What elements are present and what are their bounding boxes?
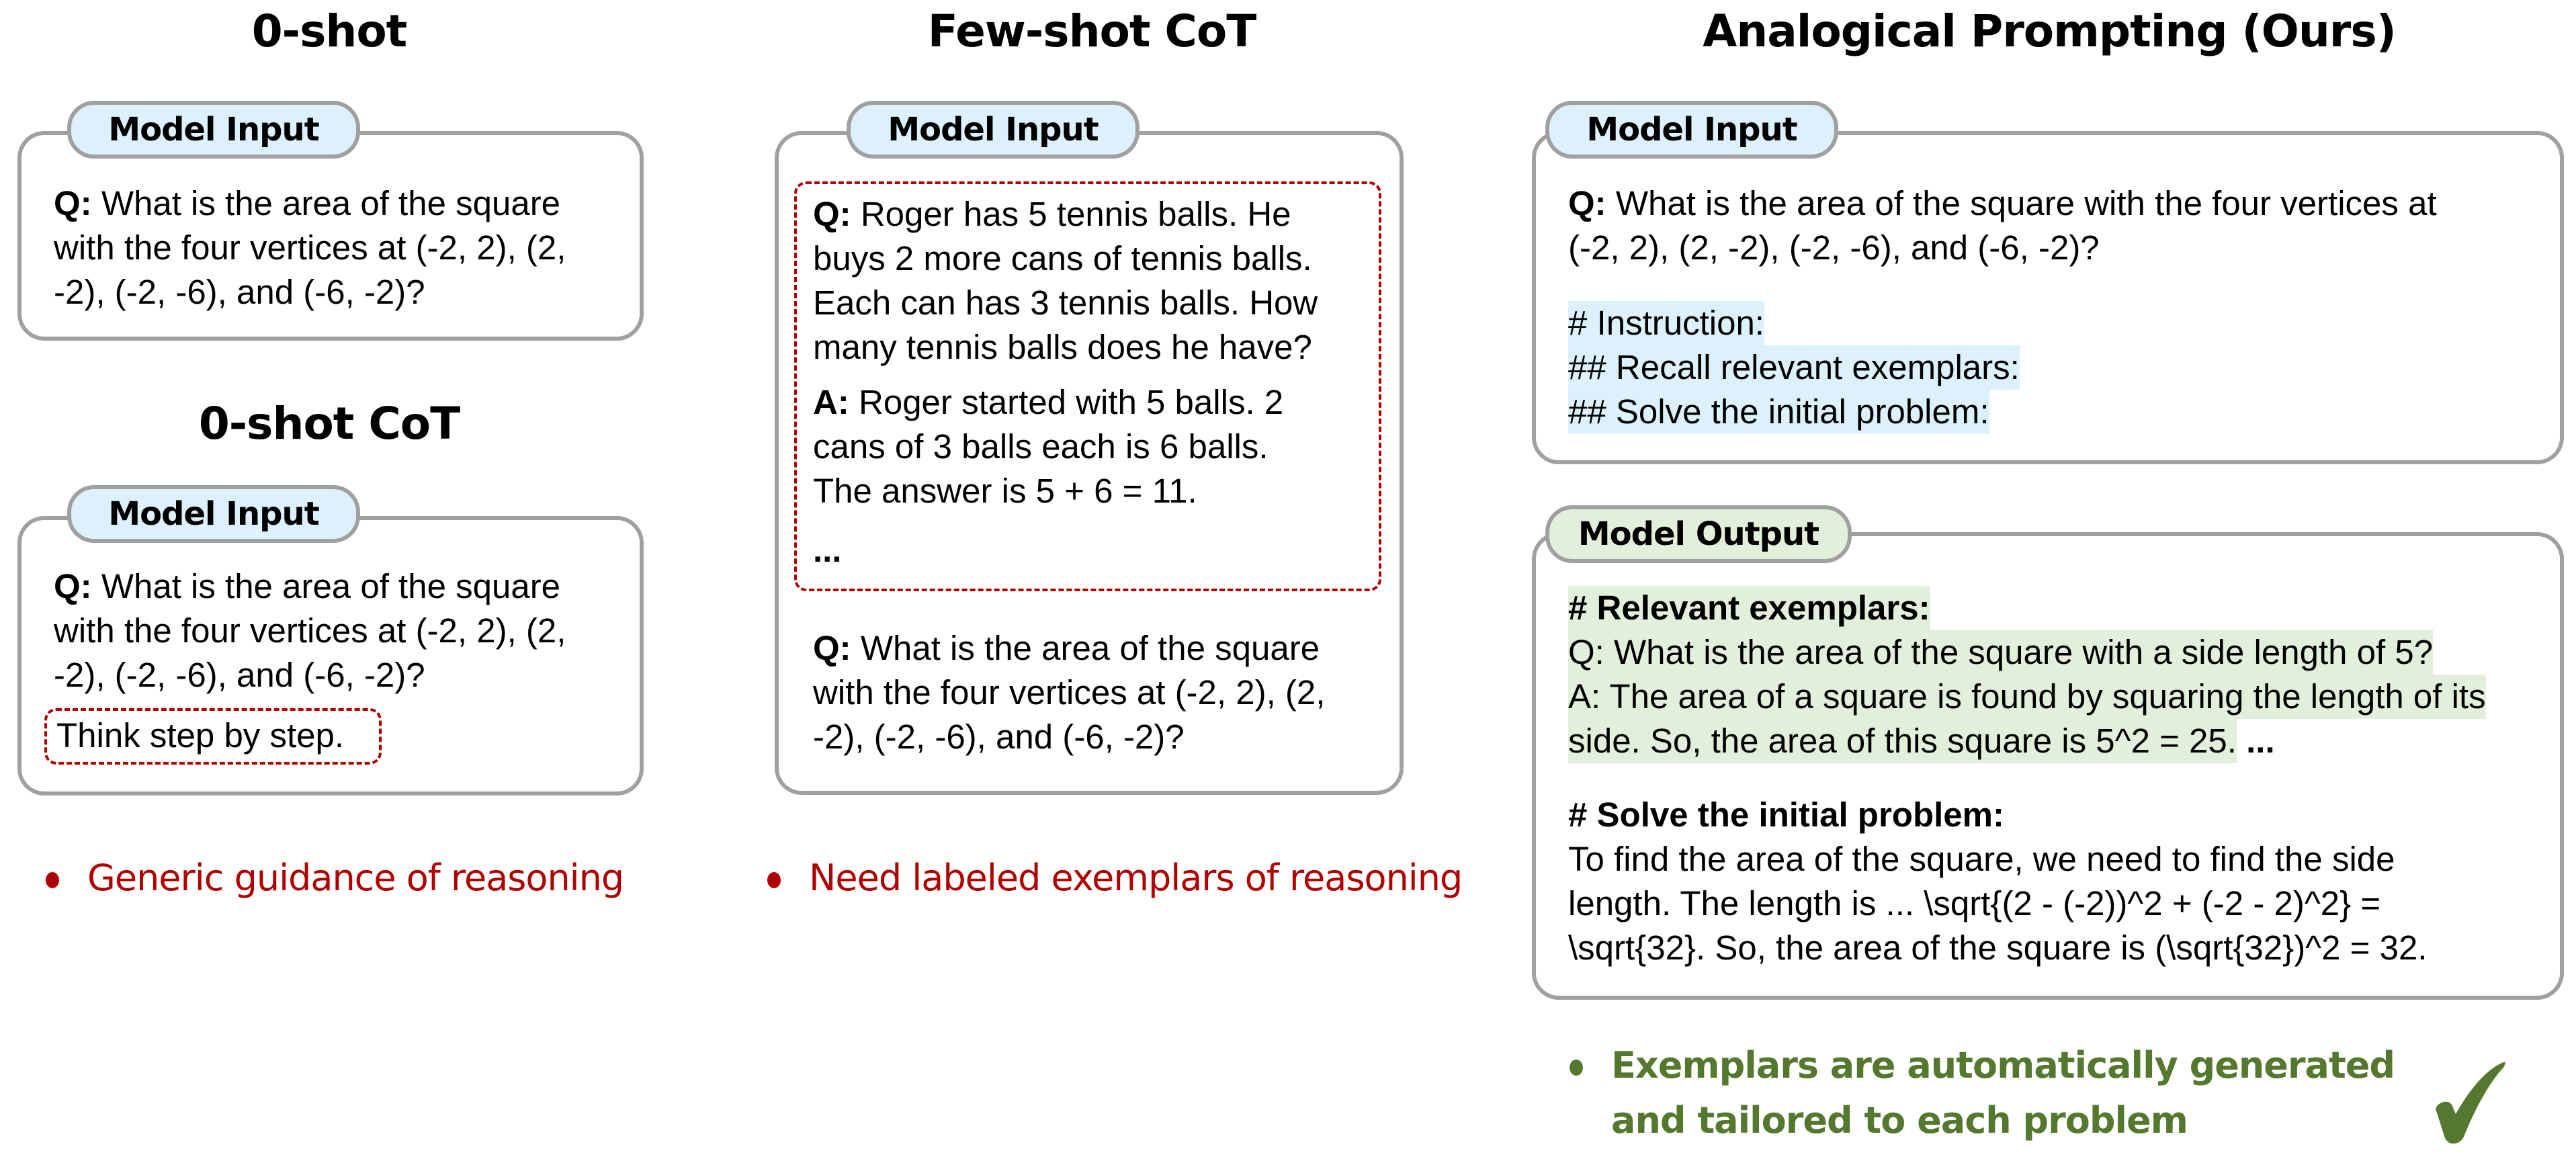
zero-shot-cot-title: 0-shot CoT — [198, 398, 460, 449]
more-exemplars-ellipsis: ... — [813, 531, 842, 569]
few-shot-cot-question: Q: What is the area of the square with t… — [813, 629, 1326, 756]
analogical-question: Q: What is the area of the square with t… — [1568, 184, 2437, 267]
zero-shot-input-label: Model Input — [67, 101, 360, 159]
zero-shot-cot-question: Q: What is the area of the square with t… — [54, 567, 566, 694]
analogical-input-label: Model Input — [1545, 101, 1838, 159]
relevant-exemplars-section: # Relevant exemplars: Q: What is the are… — [1568, 586, 2486, 763]
bullet-icon — [767, 872, 781, 889]
q-prefix: Q: — [54, 567, 92, 605]
analogical-note: Exemplars are automatically generated an… — [1570, 1038, 2395, 1148]
analogical-output-label: Model Output — [1545, 505, 1852, 563]
q-prefix: Q: — [54, 184, 92, 222]
relevant-exemplars-heading: # Relevant exemplars: — [1568, 586, 1930, 630]
zero-shot-cot-note: Generic guidance of reasoning — [46, 857, 624, 899]
check-mark-icon — [2436, 1062, 2505, 1144]
few-shot-cot-note: Need labeled exemplars of reasoning — [767, 857, 1463, 899]
analogical-instruction: # Instruction: ## Recall relevant exempl… — [1568, 301, 2020, 434]
zero-shot-question: Q: What is the area of the square with t… — [54, 184, 566, 311]
few-shot-cot-title: Few-shot CoT — [927, 5, 1256, 57]
zero-shot-cot-input-label: Model Input — [67, 485, 360, 543]
bullet-icon — [46, 872, 59, 889]
cot-trigger-text: Think step by step. — [56, 716, 345, 755]
bullet-icon — [1570, 1060, 1583, 1076]
zero-shot-title: 0-shot — [251, 5, 407, 57]
solve-heading: # Solve the initial problem: — [1568, 796, 2004, 834]
solve-section: # Solve the initial problem: To find the… — [1568, 796, 2428, 967]
analogical-title: Analogical Prompting (Ours) — [1703, 5, 2397, 57]
few-shot-cot-input-label: Model Input — [847, 101, 1140, 159]
exemplar-ellipsis: ... — [2246, 722, 2275, 760]
exemplar-question: Q: Roger has 5 tennis balls. He buys 2 m… — [813, 195, 1318, 366]
exemplar-answer: A: Roger started with 5 balls. 2 cans of… — [813, 383, 1284, 510]
